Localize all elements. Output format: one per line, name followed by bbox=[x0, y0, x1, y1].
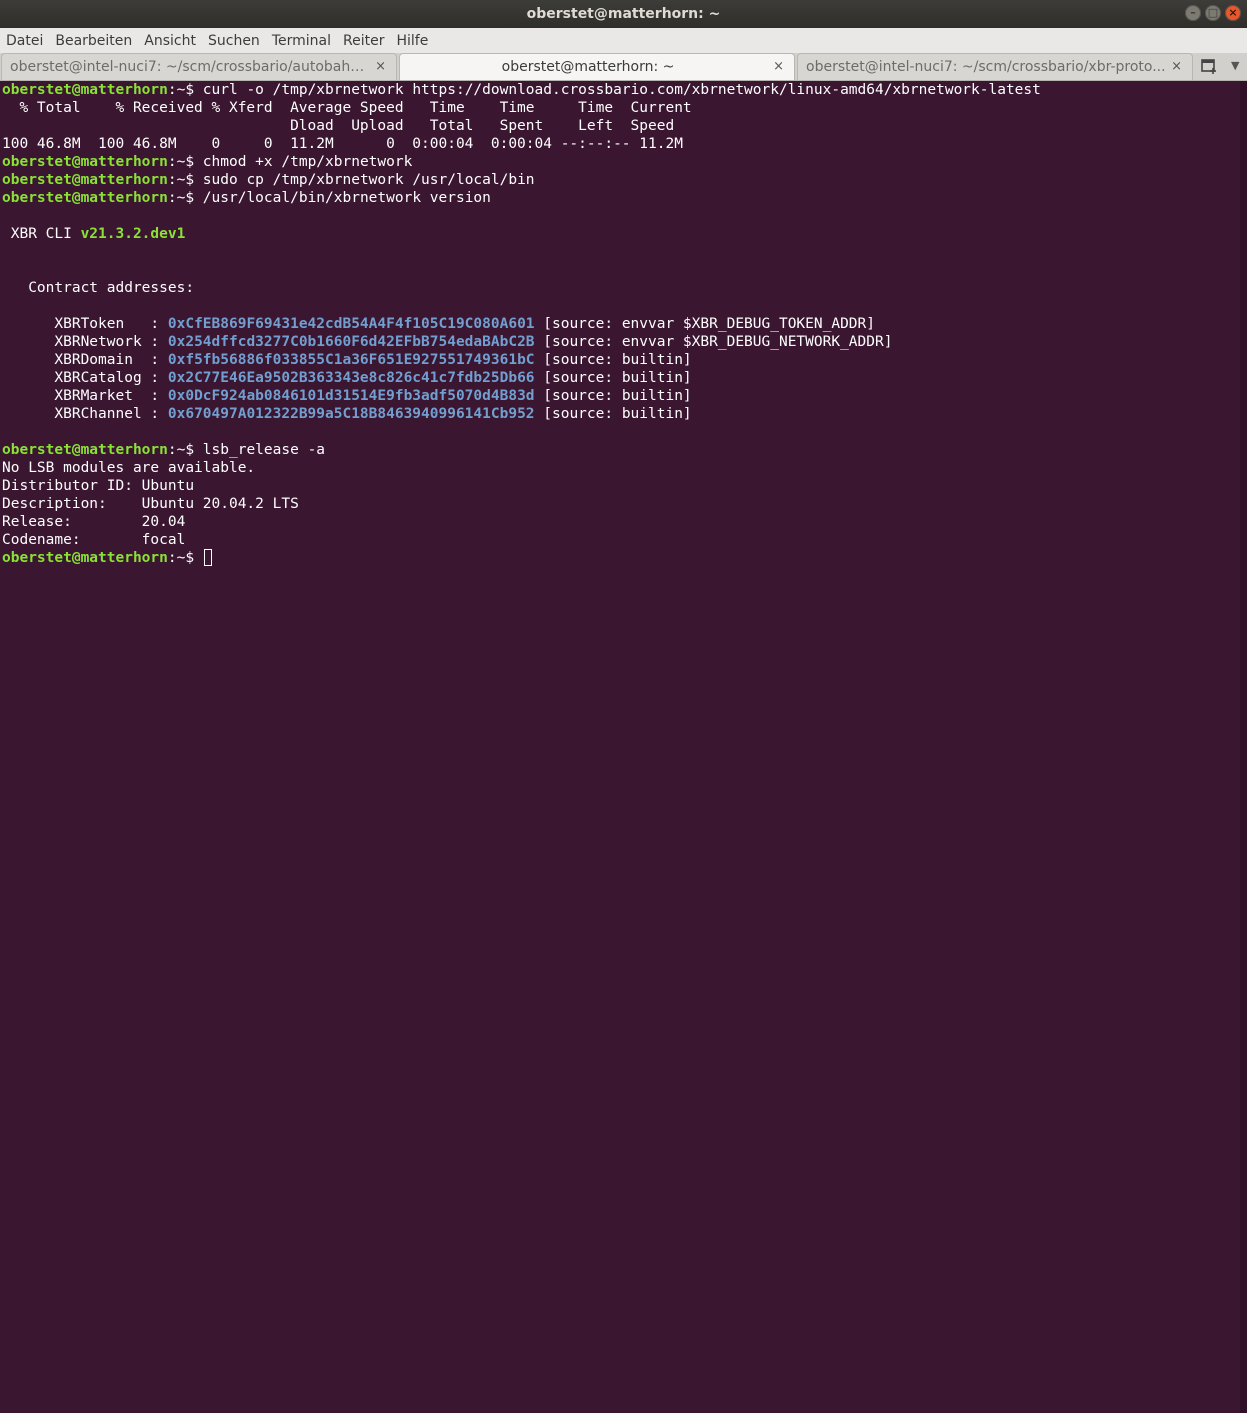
cli-version: v21.3.2.dev1 bbox=[80, 226, 186, 242]
maximize-icon[interactable]: □ bbox=[1205, 5, 1221, 21]
contract-source: [source: envvar $XBR_DEBUG_TOKEN_ADDR] bbox=[534, 316, 875, 332]
terminal-line: Description: Ubuntu 20.04.2 LTS bbox=[2, 496, 299, 512]
menu-datei[interactable]: Datei bbox=[6, 33, 43, 49]
contract-address: 0xf5fb56886f033855C1a36F651E927551749361… bbox=[167, 352, 535, 368]
cli-prefix: XBR CLI bbox=[2, 226, 81, 242]
contract-name: XBRToken : bbox=[2, 316, 168, 332]
contract-source: [source: builtin] bbox=[534, 370, 692, 386]
terminal-line: oberstet@matterhorn:~$ lsb_release -a bbox=[2, 441, 325, 459]
contract-source: [source: builtin] bbox=[534, 352, 692, 368]
contract-address: 0x670497A012322B99a5C18B8463940996141Cb9… bbox=[167, 406, 535, 422]
contract-row: XBRChannel : 0x670497A012322B99a5C18B846… bbox=[2, 405, 692, 423]
menu-bearbeiten[interactable]: Bearbeiten bbox=[55, 33, 132, 49]
new-tab-icon[interactable] bbox=[1200, 57, 1218, 75]
command-text: /usr/local/bin/xbrnetwork version bbox=[194, 190, 491, 206]
tab-label: oberstet@intel-nuci7: ~/scm/crossbario/a… bbox=[10, 59, 370, 75]
command-text: sudo cp /tmp/xbrnetwork /usr/local/bin bbox=[194, 172, 535, 188]
menu-reiter[interactable]: Reiter bbox=[343, 33, 384, 49]
window-title: oberstet@matterhorn: ~ bbox=[526, 6, 721, 22]
prompt-user: oberstet@matterhorn bbox=[2, 190, 168, 206]
command-text: lsb_release -a bbox=[194, 442, 326, 458]
contract-address: 0x2C77E46Ea9502B363343e8c826c41c7fdb25Db… bbox=[167, 370, 535, 386]
prompt-path: :~$ bbox=[167, 154, 195, 170]
contract-name: XBRChannel : bbox=[2, 406, 168, 422]
terminal-line: XBR CLI v21.3.2.dev1 bbox=[2, 225, 186, 243]
window-titlebar: oberstet@matterhorn: ~ – □ × bbox=[0, 0, 1247, 28]
tab-close-icon[interactable]: × bbox=[1171, 59, 1182, 74]
minimize-icon[interactable]: – bbox=[1185, 5, 1201, 21]
terminal-line: 100 46.8M 100 46.8M 0 0 11.2M 0 0:00:04 … bbox=[2, 136, 683, 152]
prompt-user: oberstet@matterhorn bbox=[2, 550, 168, 566]
contract-name: XBRNetwork : bbox=[2, 334, 168, 350]
terminal-line: oberstet@matterhorn:~$ chmod +x /tmp/xbr… bbox=[2, 153, 412, 171]
contract-row: XBRMarket : 0x0DcF924ab0846101d31514E9fb… bbox=[2, 387, 692, 405]
prompt-user: oberstet@matterhorn bbox=[2, 154, 168, 170]
terminal-line: oberstet@matterhorn:~$ /usr/local/bin/xb… bbox=[2, 189, 491, 207]
prompt-user: oberstet@matterhorn bbox=[2, 82, 168, 98]
contract-name: XBRDomain : bbox=[2, 352, 168, 368]
terminal-line: % Total % Received % Xferd Average Speed… bbox=[2, 100, 692, 116]
prompt-path: :~$ bbox=[167, 442, 195, 458]
prompt-path: :~$ bbox=[167, 82, 195, 98]
prompt-path: :~$ bbox=[167, 190, 195, 206]
terminal-line: Codename: focal bbox=[2, 532, 186, 548]
prompt-path: :~$ bbox=[167, 550, 195, 566]
contract-row: XBRDomain : 0xf5fb56886f033855C1a36F651E… bbox=[2, 351, 692, 369]
contract-row: XBRToken : 0xCfEB869F69431e42cdB54A4F4f1… bbox=[2, 315, 875, 333]
contract-address: 0x254dffcd3277C0b1660F6d42EFbB754edaBAbC… bbox=[167, 334, 535, 350]
menu-ansicht[interactable]: Ansicht bbox=[144, 33, 196, 49]
prompt-user: oberstet@matterhorn bbox=[2, 442, 168, 458]
menu-suchen[interactable]: Suchen bbox=[208, 33, 260, 49]
contract-address: 0x0DcF924ab0846101d31514E9fb3adf5070d4B8… bbox=[167, 388, 535, 404]
tab-bar: oberstet@intel-nuci7: ~/scm/crossbario/a… bbox=[0, 53, 1247, 81]
command-text: chmod +x /tmp/xbrnetwork bbox=[194, 154, 413, 170]
tab-close-icon[interactable]: × bbox=[773, 59, 784, 74]
tab-label: oberstet@intel-nuci7: ~/scm/crossbario/x… bbox=[806, 59, 1166, 75]
scrollbar[interactable] bbox=[1240, 81, 1247, 1413]
command-text: curl -o /tmp/xbrnetwork https://download… bbox=[194, 82, 1041, 98]
menubar: Datei Bearbeiten Ansicht Suchen Terminal… bbox=[0, 28, 1247, 53]
tab-label: oberstet@matterhorn: ~ bbox=[501, 59, 675, 75]
prompt-user: oberstet@matterhorn bbox=[2, 172, 168, 188]
tab-matterhorn[interactable]: oberstet@matterhorn: ~ × bbox=[399, 53, 795, 80]
close-icon[interactable]: × bbox=[1225, 5, 1241, 21]
terminal-line: oberstet@matterhorn:~$ sudo cp /tmp/xbrn… bbox=[2, 171, 535, 189]
terminal-line: No LSB modules are available. bbox=[2, 460, 256, 476]
terminal-line: Release: 20.04 bbox=[2, 514, 186, 530]
terminal-output[interactable]: oberstet@matterhorn:~$ curl -o /tmp/xbrn… bbox=[0, 81, 1240, 1413]
contract-row: XBRCatalog : 0x2C77E46Ea9502B363343e8c82… bbox=[2, 369, 692, 387]
tab-autobahn[interactable]: oberstet@intel-nuci7: ~/scm/crossbario/a… bbox=[1, 53, 397, 80]
menu-terminal[interactable]: Terminal bbox=[272, 33, 331, 49]
contract-row: XBRNetwork : 0x254dffcd3277C0b1660F6d42E… bbox=[2, 333, 892, 351]
contract-name: XBRCatalog : bbox=[2, 370, 168, 386]
menu-hilfe[interactable]: Hilfe bbox=[396, 33, 428, 49]
contract-source: [source: envvar $XBR_DEBUG_NETWORK_ADDR] bbox=[534, 334, 893, 350]
text-cursor bbox=[203, 549, 212, 566]
terminal-line: oberstet@matterhorn:~$ bbox=[2, 549, 212, 567]
tab-xbr-proto[interactable]: oberstet@intel-nuci7: ~/scm/crossbario/x… bbox=[797, 53, 1193, 80]
prompt-path: :~$ bbox=[167, 172, 195, 188]
terminal-line: oberstet@matterhorn:~$ curl -o /tmp/xbrn… bbox=[2, 81, 1041, 99]
tab-close-icon[interactable]: × bbox=[375, 59, 386, 74]
terminal-line: Dload Upload Total Spent Left Speed bbox=[2, 118, 675, 134]
terminal-line: Distributor ID: Ubuntu bbox=[2, 478, 195, 494]
contract-name: XBRMarket : bbox=[2, 388, 168, 404]
window-controls: – □ × bbox=[1185, 5, 1241, 21]
terminal-line: Contract addresses: bbox=[2, 280, 195, 296]
contract-source: [source: builtin] bbox=[534, 388, 692, 404]
tab-menu-chevron-icon[interactable]: ▼ bbox=[1231, 59, 1239, 72]
contract-source: [source: builtin] bbox=[534, 406, 692, 422]
contract-address: 0xCfEB869F69431e42cdB54A4F4f105C19C080A6… bbox=[167, 316, 535, 332]
